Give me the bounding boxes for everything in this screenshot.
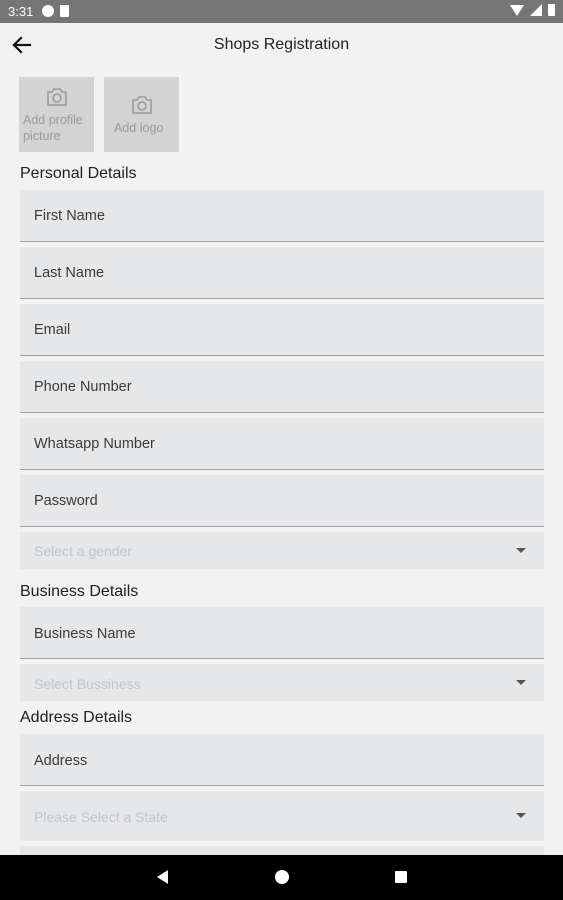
add-profile-label-2: picture bbox=[23, 129, 61, 143]
chevron-down-icon bbox=[516, 813, 526, 818]
nav-recents-icon[interactable] bbox=[395, 871, 407, 883]
address-placeholder: Address bbox=[34, 753, 88, 769]
nav-back-icon[interactable] bbox=[157, 870, 168, 884]
status-time: 3:31 bbox=[8, 4, 34, 19]
battery-icon bbox=[548, 4, 555, 16]
business-name-field[interactable]: Business Name bbox=[20, 607, 544, 659]
sd-card-icon bbox=[60, 5, 69, 17]
gender-select[interactable]: Select a gender bbox=[20, 532, 544, 569]
email-field[interactable]: Email bbox=[20, 304, 544, 356]
add-profile-label-1: Add profile bbox=[23, 113, 83, 127]
add-logo-button[interactable]: Add logo bbox=[104, 77, 179, 152]
whatsapp-number-placeholder: Whatsapp Number bbox=[34, 436, 155, 452]
wifi-icon bbox=[510, 4, 524, 16]
last-name-placeholder: Last Name bbox=[34, 265, 105, 281]
app-bar: Shops Registration bbox=[0, 23, 563, 67]
cell-signal-icon bbox=[530, 4, 542, 16]
chevron-down-icon bbox=[516, 680, 526, 685]
personal-details-title: Personal Details bbox=[20, 165, 137, 182]
first-name-placeholder: First Name bbox=[34, 208, 105, 224]
first-name-field[interactable]: First Name bbox=[20, 190, 544, 242]
chevron-down-icon bbox=[516, 548, 526, 553]
business-type-select[interactable]: Select Bussiness bbox=[20, 664, 544, 701]
camera-icon bbox=[46, 88, 67, 106]
camera-icon bbox=[131, 96, 152, 114]
state-select[interactable]: Please Select a State bbox=[20, 791, 544, 841]
whatsapp-number-field[interactable]: Whatsapp Number bbox=[20, 418, 544, 470]
business-name-placeholder: Business Name bbox=[34, 626, 136, 642]
status-bar: 3:31 bbox=[0, 0, 563, 23]
system-nav-bar bbox=[0, 855, 563, 900]
add-logo-label: Add logo bbox=[114, 121, 164, 135]
business-details-title: Business Details bbox=[20, 583, 139, 600]
next-field-partial[interactable] bbox=[20, 846, 544, 855]
business-type-placeholder: Select Bussiness bbox=[34, 676, 141, 692]
phone-number-field[interactable]: Phone Number bbox=[20, 361, 544, 413]
address-field[interactable]: Address bbox=[20, 734, 544, 786]
state-placeholder: Please Select a State bbox=[34, 809, 168, 825]
phone-number-placeholder: Phone Number bbox=[34, 379, 132, 395]
email-placeholder: Email bbox=[34, 322, 71, 338]
page-title: Shops Registration bbox=[213, 36, 350, 53]
gender-placeholder: Select a gender bbox=[34, 543, 133, 559]
password-field[interactable]: Password bbox=[20, 475, 544, 527]
address-details-title: Address Details bbox=[20, 709, 133, 726]
password-placeholder: Password bbox=[34, 493, 98, 509]
notification-icon bbox=[42, 5, 54, 17]
nav-home-icon[interactable] bbox=[275, 870, 289, 884]
add-profile-picture-button[interactable]: Add profile picture bbox=[19, 77, 94, 152]
last-name-field[interactable]: Last Name bbox=[20, 247, 544, 299]
